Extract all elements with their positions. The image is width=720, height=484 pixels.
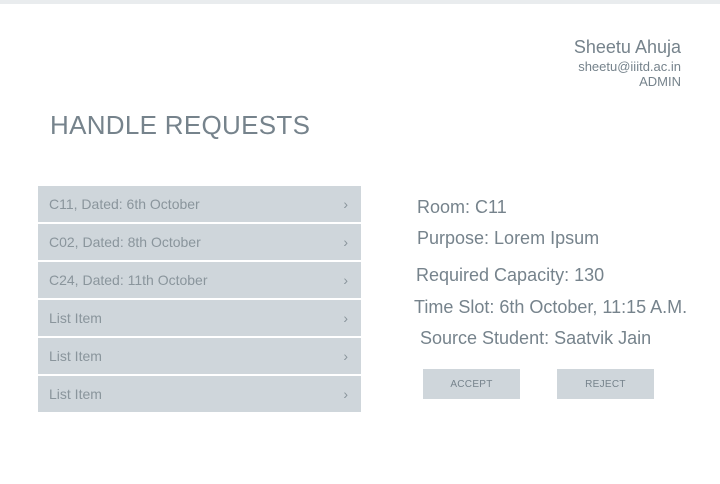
user-name: Sheetu Ahuja — [573, 37, 681, 57]
list-item[interactable]: List Item › — [38, 376, 361, 412]
reject-button[interactable]: REJECT — [557, 369, 654, 399]
list-item-label: List Item — [49, 310, 102, 326]
list-item[interactable]: List Item › — [38, 300, 361, 336]
chevron-right-icon: › — [343, 310, 348, 326]
accept-button[interactable]: ACCEPT — [423, 369, 520, 399]
detail-time-slot: Time Slot: 6th October, 11:15 A.M. — [414, 297, 688, 317]
detail-capacity: Required Capacity: 130 — [416, 265, 605, 285]
chevron-right-icon: › — [343, 348, 348, 364]
list-item[interactable]: C24, Dated: 11th October › — [38, 262, 361, 298]
detail-room: Room: C11 — [417, 197, 507, 217]
chevron-right-icon: › — [343, 234, 348, 250]
list-item-label: List Item — [49, 386, 102, 402]
top-bar — [0, 0, 720, 4]
list-item-label: C02, Dated: 8th October — [49, 234, 201, 250]
list-item[interactable]: C02, Dated: 8th October › — [38, 224, 361, 260]
list-item-label: C11, Dated: 6th October — [49, 196, 200, 212]
detail-source-student: Source Student: Saatvik Jain — [420, 328, 652, 348]
list-item-label: C24, Dated: 11th October — [49, 272, 208, 288]
detail-purpose: Purpose: Lorem Ipsum — [417, 228, 600, 248]
chevron-right-icon: › — [343, 386, 348, 402]
request-list: C11, Dated: 6th October › C02, Dated: 8t… — [38, 186, 361, 414]
chevron-right-icon: › — [343, 272, 348, 288]
user-info: Sheetu Ahuja sheetu@iiitd.ac.in ADMIN — [574, 38, 681, 88]
chevron-right-icon: › — [343, 196, 348, 212]
list-item[interactable]: C11, Dated: 6th October › — [38, 186, 361, 222]
list-item[interactable]: List Item › — [38, 338, 361, 374]
user-role: ADMIN — [639, 74, 681, 89]
user-email: sheetu@iiitd.ac.in — [578, 59, 681, 74]
list-item-label: List Item — [49, 348, 102, 364]
page-title: HANDLE REQUESTS — [50, 110, 311, 140]
